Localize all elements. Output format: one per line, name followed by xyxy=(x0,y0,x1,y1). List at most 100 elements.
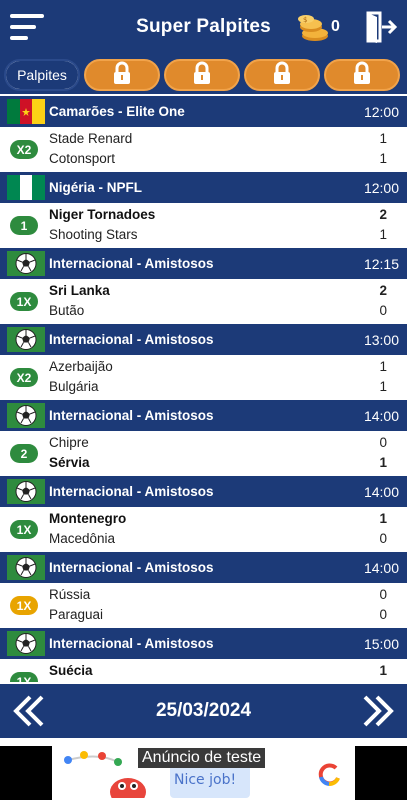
match-row[interactable]: 1X Sri Lanka 2 Butão 0 xyxy=(0,279,407,324)
football-icon xyxy=(7,479,45,504)
home-team-name: Niger Tornadoes xyxy=(49,207,156,222)
tip-badge[interactable]: X2 xyxy=(10,140,38,159)
ad-art-text: Nice job! xyxy=(174,772,236,788)
away-score: 1 xyxy=(379,227,387,242)
match-time: 14:00 xyxy=(363,559,399,576)
home-team-name: Suécia xyxy=(49,663,93,678)
match-time: 14:00 xyxy=(363,483,399,500)
away-score: 1 xyxy=(379,379,387,394)
cameroon-flag xyxy=(7,99,45,124)
match-row[interactable]: X2 Stade Renard 1 Cotonsport 1 xyxy=(0,127,407,172)
league-header: Nigéria - NPFL 12:00 xyxy=(0,172,407,203)
football-icon xyxy=(7,631,45,656)
match-row[interactable]: 1 Niger Tornadoes 2 Shooting Stars 1 xyxy=(0,203,407,248)
lock-icon xyxy=(111,61,133,90)
league-header: Internacional - Amistosos 14:00 xyxy=(0,476,407,507)
home-team-name: Stade Renard xyxy=(49,131,133,146)
current-date[interactable]: 25/03/2024 xyxy=(0,700,407,722)
top-app-bar: Super Palpites $ 0 xyxy=(0,0,407,56)
league-name: Internacional - Amistosos xyxy=(49,484,214,499)
football-icon xyxy=(7,403,45,428)
home-score: 0 xyxy=(379,435,387,450)
home-score: 1 xyxy=(379,359,387,374)
away-score: 1 xyxy=(379,151,387,166)
lock-icon xyxy=(271,61,293,90)
ad-margin-right xyxy=(355,746,407,800)
tab-locked-4[interactable] xyxy=(324,59,400,91)
tip-badge[interactable]: X2 xyxy=(10,368,38,387)
tab-locked-2[interactable] xyxy=(164,59,240,91)
away-team-name: Paraguai xyxy=(49,607,104,622)
ad-test-label: Anúncio de teste xyxy=(138,748,266,768)
league-name: Internacional - Amistosos xyxy=(49,408,214,423)
tab-bar: Palpites xyxy=(0,56,407,94)
home-team-name: Montenegro xyxy=(49,511,127,526)
league-header: Internacional - Amistosos 12:15 xyxy=(0,248,407,279)
tip-badge[interactable]: 1X xyxy=(10,292,38,311)
league-name: Camarões - Elite One xyxy=(49,104,185,119)
home-score: 1 xyxy=(379,663,387,678)
league-header: Internacional - Amistosos 14:00 xyxy=(0,552,407,583)
home-team-name: Sri Lanka xyxy=(49,283,110,298)
football-icon xyxy=(7,327,45,352)
lock-icon xyxy=(351,61,373,90)
ad-banner[interactable]: Nice job! Anúncio de teste xyxy=(0,746,407,800)
home-team-name: Rússia xyxy=(49,587,91,602)
ad-logo-icon xyxy=(316,762,342,788)
ad-margin-left xyxy=(0,746,52,800)
tip-badge[interactable]: 1 xyxy=(10,216,38,235)
tip-badge[interactable]: 2 xyxy=(10,444,38,463)
home-score: 2 xyxy=(379,283,387,298)
home-team-name: Azerbaijão xyxy=(49,359,113,374)
league-name: Internacional - Amistosos xyxy=(49,256,214,271)
league-name: Internacional - Amistosos xyxy=(49,332,214,347)
tab-label: Palpites xyxy=(6,61,78,89)
match-time: 14:00 xyxy=(363,407,399,424)
home-score: 2 xyxy=(379,207,387,222)
app-title: Super Palpites xyxy=(136,16,271,37)
tip-badge[interactable]: 1X xyxy=(10,596,38,615)
match-time: 12:15 xyxy=(363,255,399,272)
match-row[interactable]: 1X Montenegro 1 Macedônia 0 xyxy=(0,507,407,552)
match-row[interactable]: X2 Azerbaijão 1 Bulgária 1 xyxy=(0,355,407,400)
date-navigation-bar: 25/03/2024 xyxy=(0,684,407,738)
coin-count: 0 xyxy=(331,18,340,35)
next-day-icon[interactable] xyxy=(359,694,399,728)
nigeria-flag xyxy=(7,175,45,200)
away-team-name: Butão xyxy=(49,303,85,318)
match-time: 12:00 xyxy=(363,179,399,196)
league-name: Internacional - Amistosos xyxy=(49,560,214,575)
home-score: 1 xyxy=(379,511,387,526)
away-score: 0 xyxy=(379,607,387,622)
tab-palpites[interactable]: Palpites xyxy=(4,59,80,91)
league-header: Internacional - Amistosos 15:00 xyxy=(0,628,407,659)
league-header: Camarões - Elite One 12:00 xyxy=(0,96,407,127)
lock-icon xyxy=(191,61,213,90)
league-header: Internacional - Amistosos 13:00 xyxy=(0,324,407,355)
exit-icon[interactable] xyxy=(364,10,398,44)
tip-badge[interactable]: 1X xyxy=(10,520,38,539)
home-team-name: Chipre xyxy=(49,435,89,450)
coins-icon[interactable]: $ xyxy=(294,12,330,44)
match-row[interactable]: 1X Suécia 1 xyxy=(0,659,407,682)
home-score: 0 xyxy=(379,587,387,602)
match-list: Camarões - Elite One 12:00 X2 Stade Renard 1… xyxy=(0,96,407,682)
away-score: 1 xyxy=(379,455,387,470)
league-header: Internacional - Amistosos 14:00 xyxy=(0,400,407,431)
away-score: 0 xyxy=(379,531,387,546)
away-team-name: Cotonsport xyxy=(49,151,116,166)
match-time: 12:00 xyxy=(363,103,399,120)
home-score: 1 xyxy=(379,131,387,146)
svg-text:$: $ xyxy=(303,16,307,24)
league-name: Internacional - Amistosos xyxy=(49,636,214,651)
away-team-name: Sérvia xyxy=(49,455,90,470)
match-time: 15:00 xyxy=(363,635,399,652)
tab-locked-1[interactable] xyxy=(84,59,160,91)
football-icon xyxy=(7,555,45,580)
away-team-name: Shooting Stars xyxy=(49,227,138,242)
match-time: 13:00 xyxy=(363,331,399,348)
match-row[interactable]: 2 Chipre 0 Sérvia 1 xyxy=(0,431,407,476)
tab-locked-3[interactable] xyxy=(244,59,320,91)
match-row[interactable]: 1X Rússia 0 Paraguai 0 xyxy=(0,583,407,628)
tip-badge[interactable]: 1X xyxy=(10,672,38,682)
